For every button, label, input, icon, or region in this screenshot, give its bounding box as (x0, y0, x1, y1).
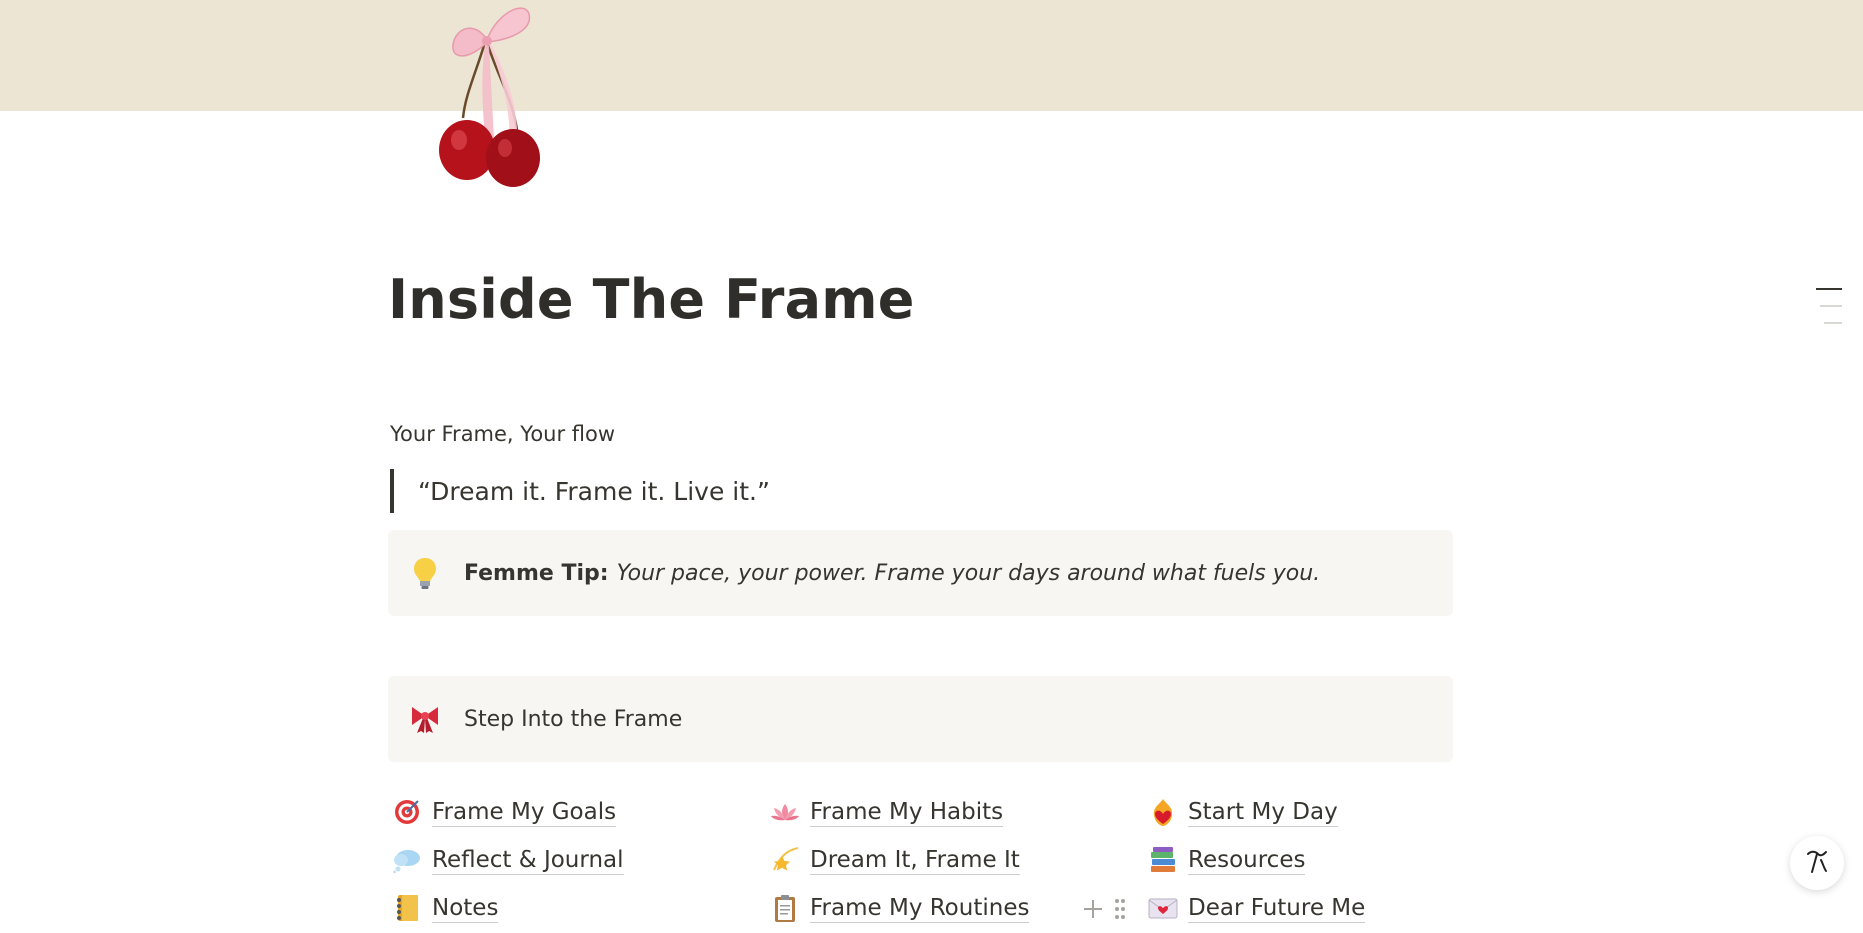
notion-ai-icon (1802, 846, 1832, 880)
link-label[interactable]: Dream It, Frame It (810, 846, 1020, 875)
lightbulb-icon[interactable] (408, 556, 442, 590)
flaming-heart-icon (1148, 797, 1178, 827)
link-dear-future-me[interactable]: Dear Future Me (1148, 888, 1366, 928)
lotus-icon (770, 797, 800, 827)
page-title[interactable]: Inside The Frame (388, 268, 915, 331)
help-button[interactable] (1790, 836, 1844, 890)
femme-tip-callout[interactable]: Femme Tip: Your pace, your power. Frame y… (388, 530, 1453, 616)
link-reflect-journal[interactable]: Reflect & Journal (392, 840, 624, 880)
notebook-icon (392, 893, 422, 923)
link-dream-it-frame-it[interactable]: Dream It, Frame It (770, 840, 1020, 880)
step-into-frame-callout[interactable]: Step Into the Frame (388, 676, 1453, 762)
shooting-star-icon (770, 845, 800, 875)
link-label[interactable]: Notes (432, 894, 499, 923)
drag-handle-icon[interactable] (1114, 898, 1126, 924)
cherry-with-bow-icon[interactable] (425, 0, 560, 200)
ribbon-bow-icon[interactable] (408, 702, 442, 736)
link-label[interactable]: Frame My Goals (432, 798, 617, 827)
toc-item[interactable] (1820, 305, 1842, 307)
link-frame-my-habits[interactable]: Frame My Habits (770, 792, 1004, 832)
love-letter-icon (1148, 893, 1178, 923)
clipboard-icon (770, 893, 800, 923)
tip-label: Femme Tip: (464, 560, 609, 586)
toc-item-active[interactable] (1816, 288, 1842, 290)
link-frame-my-routines[interactable]: Frame My Routines (770, 888, 1030, 928)
step-label[interactable]: Step Into the Frame (464, 707, 682, 732)
link-frame-my-goals[interactable]: Frame My Goals (392, 792, 617, 832)
link-label[interactable]: Reflect & Journal (432, 846, 624, 875)
link-label[interactable]: Start My Day (1188, 798, 1338, 827)
link-start-my-day[interactable]: Start My Day (1148, 792, 1338, 832)
add-block-icon[interactable] (1082, 898, 1104, 924)
block-handles (1082, 898, 1126, 924)
link-resources[interactable]: Resources (1148, 840, 1306, 880)
books-icon (1148, 845, 1178, 875)
quote-text[interactable]: “Dream it. Frame it. Live it.” (418, 477, 770, 506)
quote-block[interactable]: “Dream it. Frame it. Live it.” (390, 469, 770, 513)
thought-cloud-icon (392, 845, 422, 875)
page-cover[interactable] (0, 0, 1863, 111)
target-icon (392, 797, 422, 827)
link-label[interactable]: Frame My Habits (810, 798, 1004, 827)
link-notes[interactable]: Notes (392, 888, 499, 928)
link-label[interactable]: Frame My Routines (810, 894, 1030, 923)
page-links-grid: Frame My Goals Reflect & Journal Notes F… (392, 790, 1392, 930)
page-subtitle[interactable]: Your Frame, Your flow (390, 422, 615, 446)
link-label[interactable]: Dear Future Me (1188, 894, 1366, 923)
toc-item[interactable] (1824, 322, 1842, 324)
link-label[interactable]: Resources (1188, 846, 1306, 875)
tip-text[interactable]: Your pace, your power. Frame your days a… (617, 561, 1321, 586)
table-of-contents[interactable] (1812, 288, 1842, 339)
